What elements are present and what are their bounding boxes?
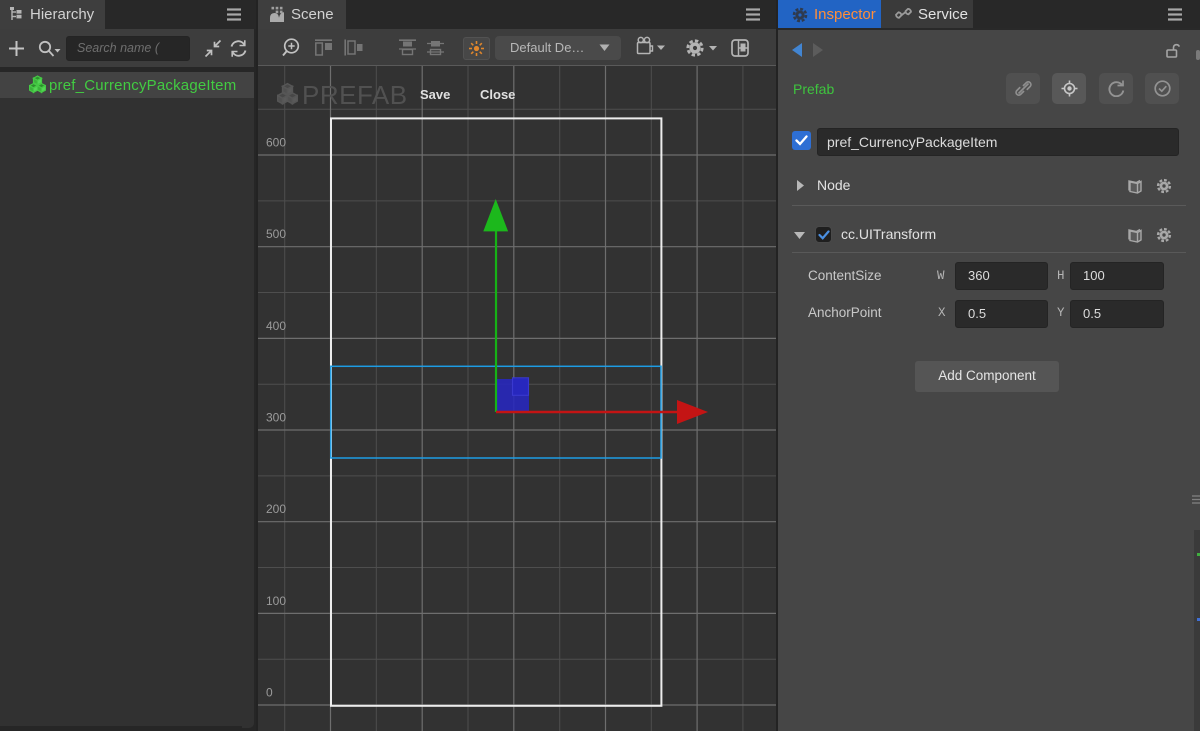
- svg-text:0: 0: [266, 686, 273, 700]
- svg-text:500: 500: [266, 227, 286, 241]
- svg-text:200: 200: [266, 502, 286, 516]
- svg-text:100: 100: [266, 594, 286, 608]
- svg-text:400: 400: [266, 319, 286, 333]
- svg-text:600: 600: [266, 136, 286, 150]
- svg-text:300: 300: [266, 411, 286, 425]
